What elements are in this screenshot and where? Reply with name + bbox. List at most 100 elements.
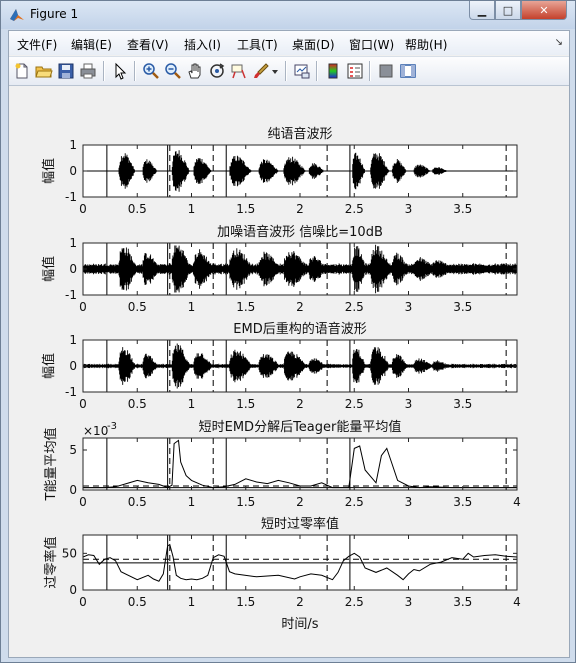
x-tick-label: 1.5 bbox=[236, 595, 255, 609]
x-tick-label: 2.5 bbox=[345, 397, 364, 411]
x-tick-label: 4 bbox=[513, 495, 521, 509]
subplot-title: 短时过零率值 bbox=[261, 516, 339, 532]
menu-file[interactable]: 文件(F) bbox=[17, 36, 57, 53]
x-tick-label: 1.5 bbox=[236, 495, 255, 509]
x-tick-label: 1 bbox=[188, 595, 196, 609]
toolbar-separator bbox=[316, 61, 318, 81]
x-tick-label: 2 bbox=[296, 202, 304, 216]
legend-icon[interactable] bbox=[346, 62, 364, 80]
open-file-icon[interactable] bbox=[35, 62, 53, 80]
toolbar-separator bbox=[103, 61, 105, 81]
x-tick-label: 3.5 bbox=[453, 495, 472, 509]
y-tick-label: -1 bbox=[65, 385, 77, 399]
x-tick-label: 0 bbox=[79, 300, 87, 314]
subplot-1: 0 0.5 1 1.5 2 2.5 3 3.510-1纯语音波形幅值 bbox=[41, 126, 518, 216]
toolbar bbox=[9, 56, 569, 86]
x-tick-label: 0 bbox=[79, 595, 87, 609]
x-tick-label: 1.5 bbox=[236, 397, 255, 411]
x-tick-label: 3.5 bbox=[453, 300, 472, 314]
x-tick-label: 1.5 bbox=[236, 300, 255, 314]
menu-tools[interactable]: 工具(T) bbox=[237, 36, 278, 53]
y-tick-label: 1 bbox=[69, 333, 77, 347]
x-tick-label: 0.5 bbox=[128, 202, 147, 216]
x-tick-label: 0.5 bbox=[128, 595, 147, 609]
menu-desktop[interactable]: 桌面(D) bbox=[292, 36, 335, 53]
y-tick-label: 50 bbox=[62, 546, 77, 560]
x-tick-label: 3 bbox=[405, 300, 413, 314]
x-tick-label: 2.5 bbox=[345, 300, 364, 314]
x-tick-label: 2 bbox=[296, 595, 304, 609]
subplot-5: 0 0.5 1 1.5 2 2.5 3 3.5 4 50 0 短时过零率值过零率值时间/s bbox=[43, 516, 521, 632]
y-tick-label: 1 bbox=[69, 236, 77, 250]
y-tick-label: 0 bbox=[69, 164, 77, 178]
y-tick-label: 0 bbox=[69, 583, 77, 597]
y-tick-label: -1 bbox=[65, 190, 77, 204]
pointer-icon[interactable] bbox=[111, 62, 129, 80]
figure-client: 文件(F) 编辑(E) 查看(V) 插入(I) 工具(T) 桌面(D) 窗口(W… bbox=[8, 30, 570, 658]
menu-help[interactable]: 帮助(H) bbox=[405, 36, 447, 53]
y-tick-label: 0 bbox=[69, 262, 77, 276]
x-tick-label: 3.5 bbox=[453, 202, 472, 216]
minimize-button[interactable]: ▁ bbox=[469, 1, 495, 20]
x-tick-label: 0.5 bbox=[128, 495, 147, 509]
maximize-button[interactable]: □ bbox=[495, 1, 521, 20]
x-tick-label: 1 bbox=[188, 495, 196, 509]
y-tick-label: 0 bbox=[69, 359, 77, 373]
subplot-title: 加噪语音波形 信噪比=10dB bbox=[217, 224, 383, 240]
x-tick-label: 0.5 bbox=[128, 397, 147, 411]
brush-dropdown-icon[interactable] bbox=[270, 62, 280, 80]
toolbar-separator bbox=[369, 61, 371, 81]
menu-view[interactable]: 查看(V) bbox=[127, 36, 169, 53]
x-axis-label: 时间/s bbox=[281, 617, 318, 632]
new-figure-icon[interactable] bbox=[13, 62, 31, 80]
x-tick-label: 3.5 bbox=[453, 595, 472, 609]
x-tick-label: 3 bbox=[405, 495, 413, 509]
window-title: Figure 1 bbox=[30, 7, 79, 21]
menu-window[interactable]: 窗口(W) bbox=[349, 36, 394, 53]
subplot-4: 0 0.5 1 1.5 2 2.5 3 3.5 4 5 0 短时EMD分解后Teager能量平均值 T能… bbox=[43, 419, 521, 509]
subplot-2: 0 0.5 1 1.5 2 2.5 3 3.510-1加噪语音波形 信噪比=10dB幅值 bbox=[41, 224, 518, 314]
x-tick-label: 2.5 bbox=[345, 495, 364, 509]
x-tick-label: 1 bbox=[188, 300, 196, 314]
menu-overflow-icon[interactable]: ↘ bbox=[555, 37, 563, 48]
exponent-label: ×10 bbox=[83, 424, 108, 438]
x-tick-label: 1 bbox=[188, 202, 196, 216]
print-icon[interactable] bbox=[79, 62, 97, 80]
hide-plot-tools-icon[interactable] bbox=[377, 62, 395, 80]
menu-edit[interactable]: 编辑(E) bbox=[71, 36, 112, 53]
x-tick-label: 2.5 bbox=[345, 202, 364, 216]
subplot-title: EMD后重构的语音波形 bbox=[233, 321, 366, 337]
x-tick-label: 3.5 bbox=[453, 397, 472, 411]
menu-insert[interactable]: 插入(I) bbox=[184, 36, 221, 53]
subplot-3: 0 0.5 1 1.5 2 2.5 3 3.510-1EMD后重构的语音波形幅值 bbox=[41, 321, 518, 411]
x-tick-label: 2 bbox=[296, 300, 304, 314]
x-tick-label: 1.5 bbox=[236, 202, 255, 216]
y-tick-label: 5 bbox=[69, 443, 77, 457]
zoom-out-icon[interactable] bbox=[164, 62, 182, 80]
y-axis-label: 过零率值 bbox=[43, 536, 59, 588]
y-tick-label: 0 bbox=[69, 483, 77, 497]
data-cursor-icon[interactable] bbox=[230, 62, 248, 80]
close-button[interactable]: ✕ bbox=[521, 1, 567, 20]
figure-canvas[interactable]: 0 0.5 1 1.5 2 2.5 3 3.5 1 0 -1 纯语音波形幅值 0 0.5 1 1.5 2 2.5 3… bbox=[9, 86, 569, 657]
toolbar-separator bbox=[134, 61, 136, 81]
brush-icon[interactable] bbox=[252, 62, 270, 80]
pan-hand-icon[interactable] bbox=[186, 62, 204, 80]
colorbar-icon[interactable] bbox=[324, 62, 342, 80]
x-tick-label: 4 bbox=[513, 595, 521, 609]
plots-svg[interactable]: 0 0.5 1 1.5 2 2.5 3 3.5 1 0 -1 纯语音波形幅值 0 0.5 1 1.5 2 2.5 3… bbox=[9, 86, 569, 657]
y-axis-label: 幅值 bbox=[41, 256, 57, 282]
x-tick-label: 3 bbox=[405, 397, 413, 411]
x-tick-label: 2 bbox=[296, 495, 304, 509]
zoom-in-icon[interactable] bbox=[142, 62, 160, 80]
title-bar[interactable]: Figure 1 ▁ □ ✕ bbox=[1, 1, 575, 29]
show-plot-tools-icon[interactable] bbox=[399, 62, 417, 80]
menu-bar: 文件(F) 编辑(E) 查看(V) 插入(I) 工具(T) 桌面(D) 窗口(W… bbox=[9, 31, 569, 55]
save-icon[interactable] bbox=[57, 62, 75, 80]
link-plot-icon[interactable] bbox=[293, 62, 311, 80]
rotate-3d-icon[interactable] bbox=[208, 62, 226, 80]
exponent-power: -3 bbox=[107, 421, 117, 432]
y-tick-label: 1 bbox=[69, 138, 77, 152]
subplot-title: 纯语音波形 bbox=[267, 126, 332, 142]
subplot-title: 短时EMD分解后Teager能量平均值 bbox=[199, 419, 402, 435]
